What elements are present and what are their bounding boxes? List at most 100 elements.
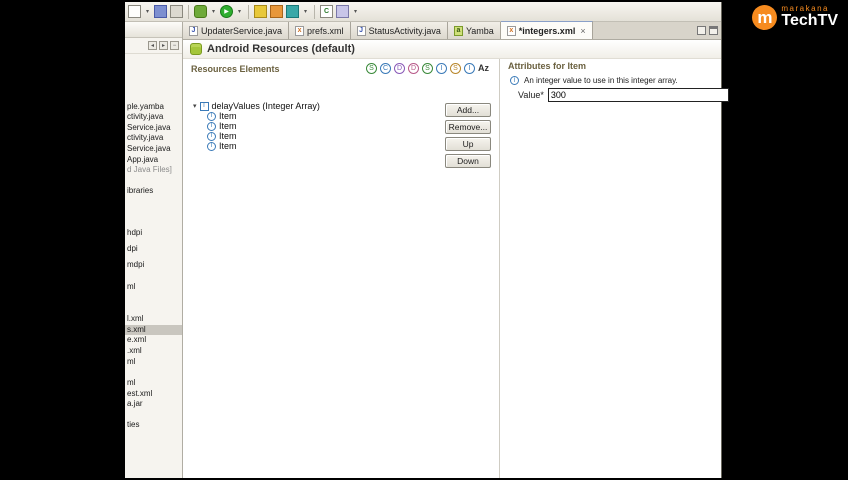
view-back-icon[interactable]: ◂ <box>148 41 157 50</box>
integer-array-resource-icon[interactable]: I <box>464 63 475 74</box>
tools-dropdown-icon[interactable]: ▾ <box>302 5 309 18</box>
package-explorer-item[interactable]: dpi <box>127 244 138 254</box>
editor-area: J UpdaterService.java x prefs.xml J Stat… <box>183 21 729 478</box>
page-title: Android Resources (default) <box>207 43 355 55</box>
search-icon[interactable] <box>336 5 349 18</box>
tab-label: Yamba <box>465 25 494 36</box>
package-explorer-item[interactable]: Service.java <box>127 123 171 133</box>
marakana-techtv-logo: m marakana TechTV <box>752 4 838 31</box>
package-explorer-item[interactable]: hdpi <box>127 228 142 238</box>
package-explorer-item[interactable]: a.jar <box>127 399 143 409</box>
package-explorer-item[interactable]: ctivity.java <box>127 112 163 122</box>
package-explorer-item[interactable]: l.xml <box>127 314 143 324</box>
new-file-icon[interactable] <box>128 5 141 18</box>
run-icon[interactable]: ▶ <box>220 5 233 18</box>
new-class-icon[interactable]: C <box>320 5 333 18</box>
package-explorer-item[interactable]: ctivity.java <box>127 133 163 143</box>
android-file-icon: a <box>453 25 463 36</box>
toolbar-separator <box>188 4 189 19</box>
list-buttons: Add... Remove... Up Down <box>445 103 491 168</box>
attributes-title: Attributes for Item <box>508 61 587 71</box>
tree-item[interactable]: I Item <box>207 111 237 121</box>
remove-button[interactable]: Remove... <box>445 120 491 134</box>
value-input[interactable] <box>547 88 729 102</box>
package-explorer-item[interactable]: ml <box>127 378 135 388</box>
search-dropdown-icon[interactable]: ▾ <box>352 5 359 18</box>
up-button[interactable]: Up <box>445 137 491 151</box>
tree-item-label: Item <box>219 131 237 141</box>
integer-item-icon: I <box>207 131 216 141</box>
tab-label: StatusActivity.java <box>368 25 441 36</box>
tab-label: *integers.xml <box>518 25 576 36</box>
drawable-resource-icon[interactable]: D <box>408 63 419 74</box>
logo-m-icon: m <box>752 5 778 31</box>
package-explorer-item-selected[interactable]: s.xml <box>125 325 182 335</box>
view-forward-icon[interactable]: ▸ <box>159 41 168 50</box>
collapse-all-icon[interactable]: − <box>170 41 179 50</box>
debug-icon[interactable] <box>194 5 207 18</box>
integer-array-icon: I <box>199 101 209 111</box>
expand-toggle-icon[interactable]: ▾ <box>193 103 197 110</box>
tab-statusactivity-java[interactable]: J StatusActivity.java <box>350 22 448 39</box>
save-icon[interactable] <box>154 5 167 18</box>
value-field-row: Value* <box>518 88 729 102</box>
package-explorer-item[interactable]: ibraries <box>127 186 153 196</box>
package-explorer-item[interactable]: ple.yamba <box>127 102 164 112</box>
package-explorer-item[interactable]: e.xml <box>127 335 146 345</box>
java-file-icon: J <box>356 25 366 36</box>
package-explorer-item[interactable]: ml <box>127 357 135 367</box>
tree-root-label: delayValues (Integer Array) <box>211 101 320 111</box>
run-dropdown-icon[interactable]: ▾ <box>236 5 243 18</box>
main-toolbar: ▾ ▾ ▶ ▾ ▾ C ▾ <box>125 2 721 22</box>
package-explorer-item[interactable]: .xml <box>127 346 142 356</box>
emulator-icon[interactable] <box>286 5 299 18</box>
package-explorer-toolbar: ◂ ▸ − <box>125 38 182 54</box>
editor-window-controls <box>697 26 718 35</box>
string-array-resource-icon[interactable]: S <box>450 63 461 74</box>
xml-file-icon: x <box>295 25 305 36</box>
color-resource-icon[interactable]: C <box>380 63 391 74</box>
value-label: Value* <box>518 90 544 100</box>
package-explorer-item[interactable]: est.xml <box>127 389 152 399</box>
logo-text: marakana TechTV <box>781 4 838 30</box>
debug-dropdown-icon[interactable]: ▾ <box>210 5 217 18</box>
tab-updaterservice-java[interactable]: J UpdaterService.java <box>183 22 290 39</box>
android-sdk-icon[interactable] <box>254 5 267 18</box>
ddms-icon[interactable] <box>270 5 283 18</box>
tab-yamba[interactable]: a Yamba <box>447 22 501 39</box>
workbench-content: ◂ ▸ − ple.yamba ctivity.java Service.jav… <box>125 21 729 478</box>
integer-resource-icon[interactable]: I <box>436 63 447 74</box>
tree-item[interactable]: I Item <box>207 131 237 141</box>
tree-item[interactable]: I Item <box>207 121 237 131</box>
sort-alpha-icon[interactable]: Az <box>478 63 489 74</box>
attribute-description-text: An integer value to use in this integer … <box>524 76 678 85</box>
ide-window: ▾ ▾ ▶ ▾ ▾ C ▾ ◂ ▸ − ple.yamba ctivity.ja… <box>125 2 729 478</box>
style-resource-icon[interactable]: S <box>422 63 433 74</box>
logo-name: TechTV <box>781 12 838 30</box>
toolbar-separator <box>248 4 249 19</box>
package-explorer-item[interactable]: ml <box>127 282 135 292</box>
close-icon[interactable]: × <box>580 26 585 36</box>
maximize-icon[interactable] <box>709 26 718 35</box>
attributes-section: Attributes for Item I An integer value t… <box>499 59 729 478</box>
tree-item[interactable]: I Item <box>207 141 237 151</box>
editor-tab-bar: J UpdaterService.java x prefs.xml J Stat… <box>183 21 721 40</box>
integer-item-icon: I <box>207 141 216 151</box>
tree-root-delayvalues[interactable]: ▾ I delayValues (Integer Array) <box>193 101 320 111</box>
string-resource-icon[interactable]: S <box>366 63 377 74</box>
attribute-description: I An integer value to use in this intege… <box>510 76 678 85</box>
dimension-resource-icon[interactable]: D <box>394 63 405 74</box>
minimize-icon[interactable] <box>697 26 706 35</box>
package-explorer-item[interactable]: App.java <box>127 155 158 165</box>
add-button[interactable]: Add... <box>445 103 491 117</box>
tab-prefs-xml[interactable]: x prefs.xml <box>289 22 351 39</box>
new-dropdown-icon[interactable]: ▾ <box>144 5 151 18</box>
package-explorer-item[interactable]: ties <box>127 420 139 430</box>
package-explorer-item[interactable]: d Java Files] <box>127 165 172 175</box>
down-button[interactable]: Down <box>445 154 491 168</box>
print-icon[interactable] <box>170 5 183 18</box>
package-explorer-item[interactable]: Service.java <box>127 144 171 154</box>
package-explorer-item[interactable]: mdpi <box>127 260 144 270</box>
tab-integers-xml[interactable]: x *integers.xml × <box>500 21 593 39</box>
tab-label: prefs.xml <box>307 25 344 36</box>
